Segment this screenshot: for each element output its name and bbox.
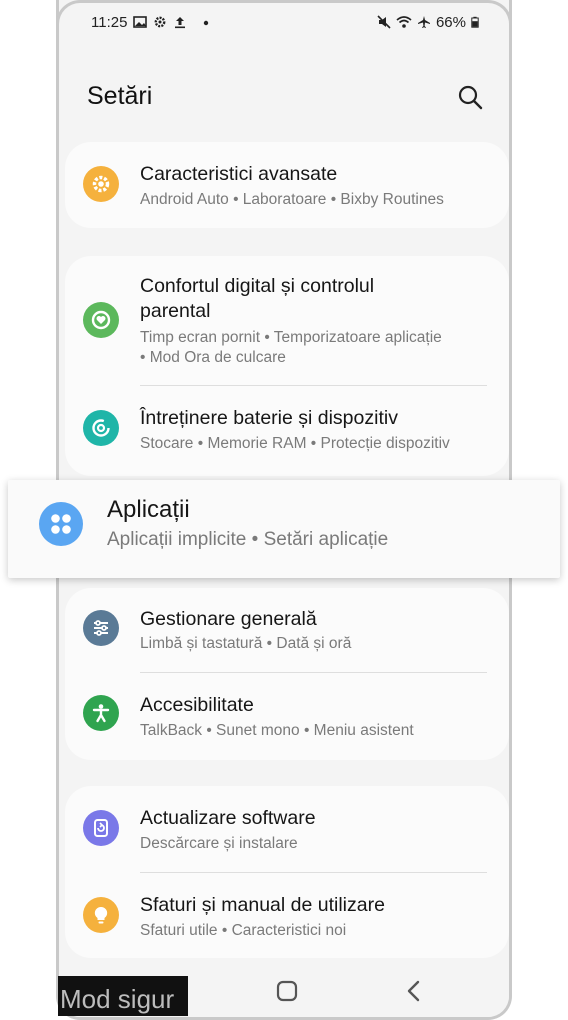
item-subtitle: Aplicații implicite • Setări aplicație — [107, 529, 389, 550]
dot-icon — [204, 20, 209, 26]
back-icon[interactable] — [397, 973, 433, 1009]
settings-item-digital-wellbeing[interactable]: Confortul digital și controlul parental … — [65, 256, 509, 386]
header: Setări — [59, 76, 509, 120]
settings-item-general-management[interactable]: Gestionare generală Limbă și tastatură •… — [65, 588, 509, 672]
settings-card-advanced: Caracteristici avansate Android Auto • L… — [65, 142, 509, 228]
item-subtitle: Android Auto • Laboratoare • Bixby Routi… — [140, 191, 444, 208]
settings-item-accessibility[interactable]: Accesibilitate TalkBack • Sunet mono • M… — [65, 673, 509, 759]
gallery-icon — [133, 16, 148, 28]
item-title: Accesibilitate — [140, 694, 254, 716]
sliders-icon — [83, 610, 119, 646]
airplane-icon — [417, 16, 430, 28]
item-title: Caracteristici avansate — [140, 163, 338, 185]
battery-percent: 66% — [435, 13, 466, 31]
apps-icon — [39, 502, 83, 546]
safe-mode-indicator: Mod sigur — [58, 976, 188, 1016]
battery-icon — [471, 16, 479, 28]
settings-item-device-care[interactable]: Întreținere baterie și dispozitiv Stocar… — [65, 386, 509, 474]
item-title: Sfaturi și manual de utilizare — [140, 894, 385, 916]
item-subtitle: TalkBack • Sunet mono • Meniu asistent — [140, 722, 414, 739]
home-icon[interactable] — [269, 973, 305, 1009]
status-time: 11:25 — [91, 13, 128, 31]
settings-card-wellbeing: Confortul digital și controlul parental … — [65, 256, 509, 476]
status-bar: 11:25 66% — [59, 8, 509, 36]
safe-mode-label: Mod sigur — [60, 984, 175, 1014]
accessibility-icon — [83, 695, 119, 731]
gear-icon — [155, 16, 166, 28]
device-care-icon — [83, 410, 119, 446]
item-subtitle: Stocare • Memorie RAM • Protecție dispoz… — [140, 435, 450, 452]
lightbulb-icon — [83, 897, 119, 933]
item-title: Gestionare generală — [140, 608, 317, 630]
item-subtitle: Sfaturi utile • Caracteristici noi — [140, 922, 347, 939]
wifi-icon — [396, 16, 412, 28]
item-subtitle: Descărcare și instalare — [140, 835, 298, 852]
page-title: Setări — [87, 82, 153, 110]
item-title-line1: Confortul digital și controlul — [140, 275, 375, 297]
mute-icon — [377, 15, 391, 29]
item-subtitle-line1: Timp ecran pornit • Temporizatoare aplic… — [140, 329, 442, 346]
heart-icon — [83, 302, 119, 338]
settings-item-software-update[interactable]: Actualizare software Descărcare și insta… — [65, 786, 509, 872]
gear-icon — [83, 166, 119, 202]
settings-card-general: Gestionare generală Limbă și tastatură •… — [65, 588, 509, 760]
update-icon — [83, 810, 119, 846]
settings-card-support: Actualizare software Descărcare și insta… — [65, 786, 509, 958]
item-title: Actualizare software — [140, 807, 316, 829]
item-title-line2: parental — [140, 300, 211, 322]
item-title: Aplicații — [107, 496, 190, 523]
item-subtitle-line2: • Mod Ora de culcare — [140, 349, 286, 366]
settings-item-advanced-features[interactable]: Caracteristici avansate Android Auto • L… — [65, 142, 509, 228]
item-title: Întreținere baterie și dispozitiv — [140, 407, 398, 429]
settings-item-apps[interactable]: Aplicații Aplicații implicite • Setări a… — [8, 480, 560, 578]
settings-item-tips-manual[interactable]: Sfaturi și manual de utilizare Sfaturi u… — [65, 873, 509, 957]
upload-icon — [175, 17, 186, 29]
search-icon[interactable] — [455, 82, 485, 112]
item-subtitle: Limbă și tastatură • Dată și oră — [140, 635, 352, 652]
